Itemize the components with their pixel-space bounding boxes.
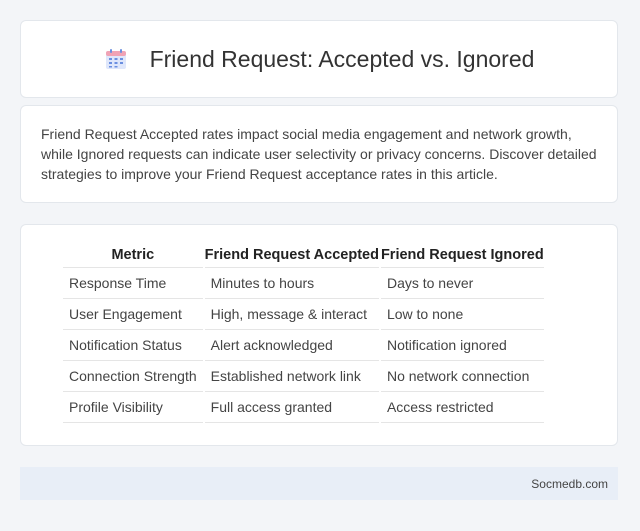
table-cell: Notification Status: [63, 330, 203, 361]
table-cell: High, message & interact: [204, 299, 379, 330]
table-cell: Days to never: [380, 268, 544, 299]
header-ignored: Friend Request Ignored: [380, 245, 544, 268]
page-title: Friend Request: Accepted vs. Ignored: [149, 45, 535, 72]
table-cell: No network connection: [380, 361, 544, 392]
header-accepted: Friend Request Accepted: [204, 245, 379, 268]
table-cell: Profile Visibility: [63, 392, 203, 423]
table-cell: Alert acknowledged: [204, 330, 379, 361]
table-cell: Established network link: [204, 361, 379, 392]
table-cell: Connection Strength: [63, 361, 203, 392]
intro-card: Friend Request Accepted rates impact soc…: [20, 105, 618, 203]
table-header-row: Metric Friend Request Accepted Friend Re…: [63, 245, 544, 268]
footer-site-link[interactable]: Socmedb.com: [531, 477, 608, 491]
table-row: User Engagement High, message & interact…: [63, 299, 544, 330]
table-cell: Minutes to hours: [204, 268, 379, 299]
comparison-card: Metric Friend Request Accepted Friend Re…: [20, 224, 618, 446]
table-cell: Full access granted: [204, 392, 379, 423]
table-cell: Access restricted: [380, 392, 544, 423]
table-cell: Notification ignored: [380, 330, 544, 361]
table-cell: Low to none: [380, 299, 544, 330]
calendar-icon: [105, 49, 126, 69]
comparison-table: Metric Friend Request Accepted Friend Re…: [61, 245, 546, 423]
table-row: Response Time Minutes to hours Days to n…: [63, 268, 544, 299]
footer: Socmedb.com: [20, 467, 618, 500]
intro-text: Friend Request Accepted rates impact soc…: [41, 126, 597, 182]
header-metric: Metric: [63, 245, 203, 268]
table-cell: User Engagement: [63, 299, 203, 330]
title-card: Friend Request: Accepted vs. Ignored: [20, 20, 618, 98]
table-row: Notification Status Alert acknowledged N…: [63, 330, 544, 361]
table-cell: Response Time: [63, 268, 203, 299]
table-row: Profile Visibility Full access granted A…: [63, 392, 544, 423]
table-row: Connection Strength Established network …: [63, 361, 544, 392]
